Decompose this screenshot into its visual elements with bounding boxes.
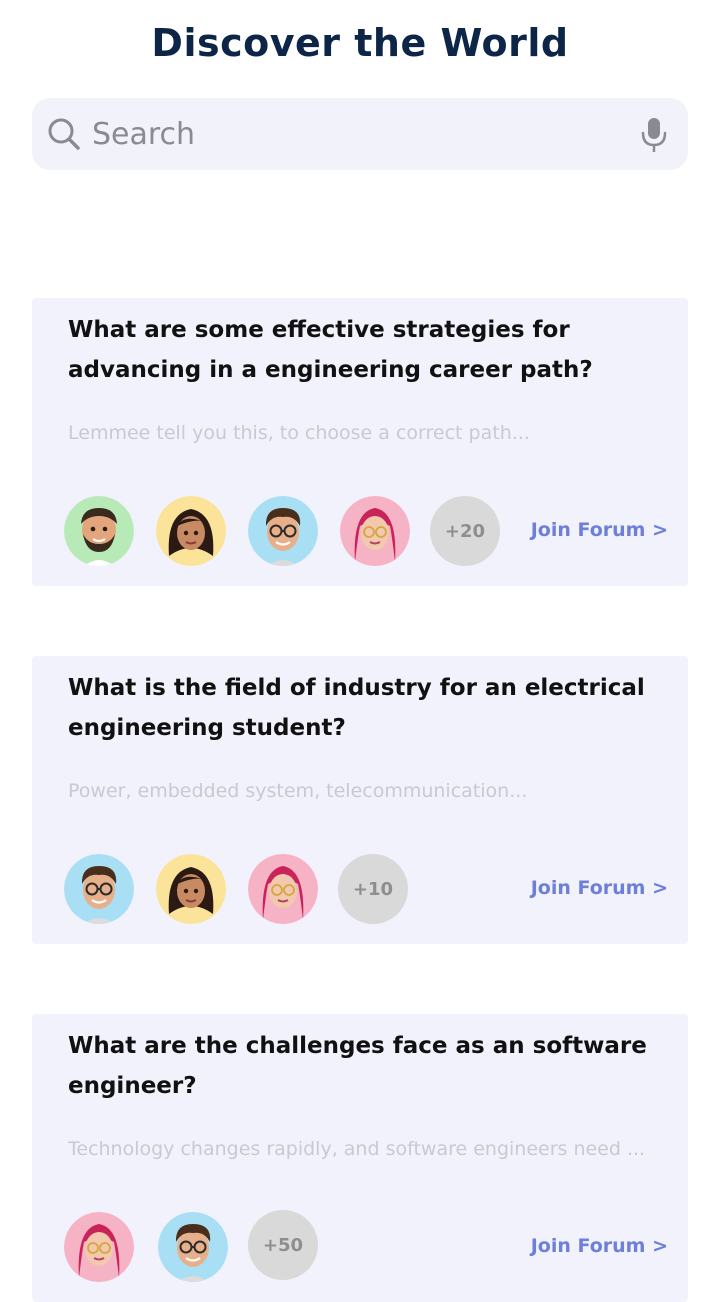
man-glasses-avatar [158, 1212, 228, 1282]
man-glasses-avatar [64, 854, 134, 924]
woman-pink-hair-avatar [64, 1212, 134, 1282]
join-forum-link[interactable]: Join Forum > [531, 877, 668, 899]
woman-pink-hair-avatar [248, 854, 318, 924]
forum-card[interactable]: What are the challenges face as an softw… [32, 1014, 688, 1302]
man-beard-avatar [64, 496, 134, 566]
join-forum-link[interactable]: Join Forum > [531, 1235, 668, 1257]
forum-card[interactable]: What are some effective strategies for a… [32, 298, 688, 586]
woman-dark-hair-avatar [156, 854, 226, 924]
join-forum-link[interactable]: Join Forum > [531, 519, 668, 541]
page-title: Discover the World [151, 21, 569, 66]
woman-pink-hair-avatar [340, 496, 410, 566]
forum-excerpt: Technology changes rapidly, and software… [68, 1138, 646, 1160]
forum-excerpt: Lemmee tell you this, to choose a correc… [68, 422, 530, 444]
forum-excerpt: Power, embedded system, telecommunicatio… [68, 780, 528, 802]
forum-question: What is the field of industry for an ele… [68, 675, 645, 741]
search-bar[interactable] [32, 98, 688, 170]
forum-question: What are some effective strategies for a… [68, 317, 593, 383]
more-participants-count: +10 [338, 854, 408, 924]
search-icon [48, 118, 80, 150]
woman-dark-hair-avatar [156, 496, 226, 566]
more-participants-count: +20 [430, 496, 500, 566]
search-input[interactable] [92, 110, 612, 158]
forum-card[interactable]: What is the field of industry for an ele… [32, 656, 688, 944]
more-participants-count: +50 [248, 1210, 318, 1280]
forum-question: What are the challenges face as an softw… [68, 1033, 647, 1099]
microphone-icon[interactable] [638, 116, 670, 154]
man-glasses-avatar [248, 496, 318, 566]
